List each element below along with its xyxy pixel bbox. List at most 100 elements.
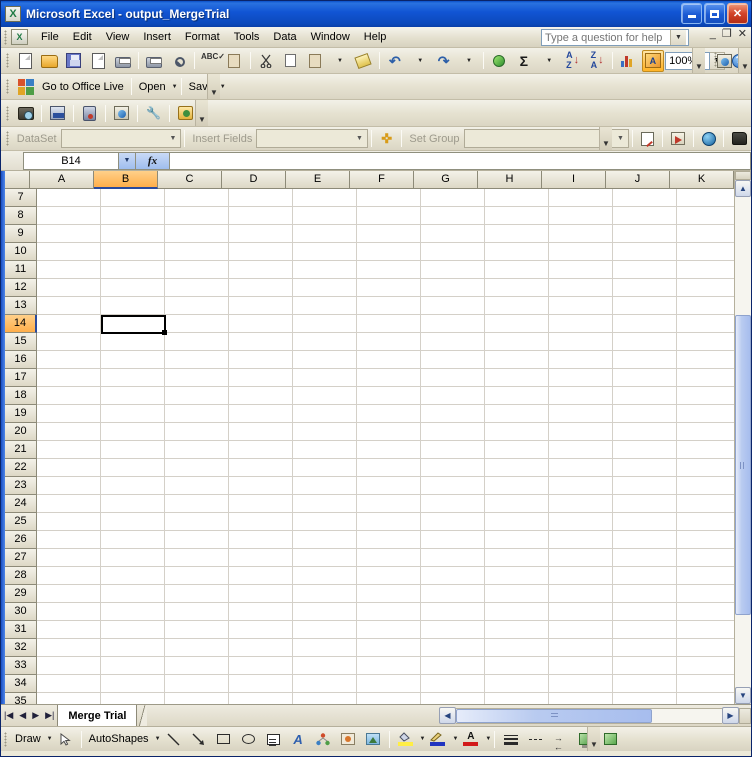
cell-H26[interactable] <box>485 531 549 549</box>
cell-H23[interactable] <box>485 477 549 495</box>
cell-A7[interactable] <box>37 189 101 207</box>
column-header-D[interactable]: D <box>222 171 286 189</box>
cell-I18[interactable] <box>549 387 613 405</box>
cell-K30[interactable] <box>677 603 734 621</box>
cell-H22[interactable] <box>485 459 549 477</box>
cell-C12[interactable] <box>165 279 229 297</box>
export-button[interactable] <box>728 128 750 150</box>
cell-D28[interactable] <box>229 567 293 585</box>
research-button[interactable] <box>223 50 245 72</box>
cell-J26[interactable] <box>613 531 677 549</box>
cell-I30[interactable] <box>549 603 613 621</box>
cell-F23[interactable] <box>357 477 421 495</box>
cell-D8[interactable] <box>229 207 293 225</box>
cell-K15[interactable] <box>677 333 734 351</box>
cell-I19[interactable] <box>549 405 613 423</box>
cell-A15[interactable] <box>37 333 101 351</box>
rectangle-button[interactable] <box>212 728 235 750</box>
menu-help[interactable]: Help <box>357 28 394 46</box>
arrow-button[interactable] <box>187 728 210 750</box>
edit-record-button[interactable] <box>637 128 659 150</box>
chevron-down-icon[interactable]: ▼ <box>613 130 628 147</box>
menu-file[interactable]: File <box>34 28 66 46</box>
cell-I15[interactable] <box>549 333 613 351</box>
chevron-down-icon[interactable]: ▼ <box>172 84 178 90</box>
ask-a-question-box[interactable]: ▼ <box>541 29 689 46</box>
cell-F7[interactable] <box>357 189 421 207</box>
cell-G30[interactable] <box>421 603 485 621</box>
cell-B9[interactable] <box>101 225 165 243</box>
cell-K18[interactable] <box>677 387 734 405</box>
cell-H14[interactable] <box>485 315 549 333</box>
cell-E29[interactable] <box>293 585 357 603</box>
cell-J33[interactable] <box>613 657 677 675</box>
row-header-35[interactable]: 35 <box>5 693 37 704</box>
cell-D23[interactable] <box>229 477 293 495</box>
cell-G31[interactable] <box>421 621 485 639</box>
cell-I21[interactable] <box>549 441 613 459</box>
cell-B24[interactable] <box>101 495 165 513</box>
cell-C35[interactable] <box>165 693 229 704</box>
standard-toolbar-overflow[interactable]: ▼ <box>692 48 705 73</box>
cell-C33[interactable] <box>165 657 229 675</box>
cell-E18[interactable] <box>293 387 357 405</box>
cell-C30[interactable] <box>165 603 229 621</box>
vertical-split-handle[interactable] <box>735 171 751 180</box>
sheet-tab-merge-trial[interactable]: Merge Trial <box>57 705 138 726</box>
cell-H8[interactable] <box>485 207 549 225</box>
cell-I32[interactable] <box>549 639 613 657</box>
cell-E10[interactable] <box>293 243 357 261</box>
cell-F18[interactable] <box>357 387 421 405</box>
scroll-up-button[interactable]: ▲ <box>735 180 751 197</box>
drawing-toolbar-grip[interactable] <box>4 731 7 747</box>
cell-E16[interactable] <box>293 351 357 369</box>
cell-B23[interactable] <box>101 477 165 495</box>
cell-H9[interactable] <box>485 225 549 243</box>
cell-E15[interactable] <box>293 333 357 351</box>
cell-H7[interactable] <box>485 189 549 207</box>
addin-toolbar-grip[interactable] <box>6 105 9 121</box>
row-header-13[interactable]: 13 <box>5 297 37 315</box>
cell-G12[interactable] <box>421 279 485 297</box>
cell-F14[interactable] <box>357 315 421 333</box>
cell-J35[interactable] <box>613 693 677 704</box>
horizontal-scroll-track[interactable] <box>456 707 722 724</box>
cell-E24[interactable] <box>293 495 357 513</box>
draw-menu-button[interactable]: Draw <box>11 733 45 745</box>
cell-B27[interactable] <box>101 549 165 567</box>
cell-G9[interactable] <box>421 225 485 243</box>
cell-K26[interactable] <box>677 531 734 549</box>
row-header-21[interactable]: 21 <box>5 441 37 459</box>
cell-A14[interactable] <box>37 315 101 333</box>
cell-F27[interactable] <box>357 549 421 567</box>
document-restore-button[interactable]: ❐ <box>722 29 732 40</box>
cell-D26[interactable] <box>229 531 293 549</box>
row-header-26[interactable]: 26 <box>5 531 37 549</box>
redo-button[interactable]: ↷ <box>432 50 454 72</box>
cell-F16[interactable] <box>357 351 421 369</box>
cell-E33[interactable] <box>293 657 357 675</box>
cell-C19[interactable] <box>165 405 229 423</box>
cell-J23[interactable] <box>613 477 677 495</box>
cell-H19[interactable] <box>485 405 549 423</box>
previous-sheet-button[interactable]: ◀ <box>19 710 26 721</box>
save-button[interactable] <box>63 50 85 72</box>
cell-F25[interactable] <box>357 513 421 531</box>
cell-B31[interactable] <box>101 621 165 639</box>
cell-A30[interactable] <box>37 603 101 621</box>
new-button[interactable] <box>14 50 36 72</box>
addin-settings-button[interactable]: 🔧 <box>142 102 165 124</box>
cell-G20[interactable] <box>421 423 485 441</box>
cell-E19[interactable] <box>293 405 357 423</box>
print-button[interactable] <box>143 50 165 72</box>
cell-I17[interactable] <box>549 369 613 387</box>
cell-J19[interactable] <box>613 405 677 423</box>
preview-record-button[interactable] <box>667 128 689 150</box>
menu-format[interactable]: Format <box>178 28 227 46</box>
column-header-K[interactable]: K <box>670 171 734 189</box>
document-close-button[interactable]: ✕ <box>738 29 747 40</box>
column-header-J[interactable]: J <box>606 171 670 189</box>
cell-E34[interactable] <box>293 675 357 693</box>
chevron-down-icon[interactable]: ▼ <box>670 30 686 45</box>
cell-J14[interactable] <box>613 315 677 333</box>
